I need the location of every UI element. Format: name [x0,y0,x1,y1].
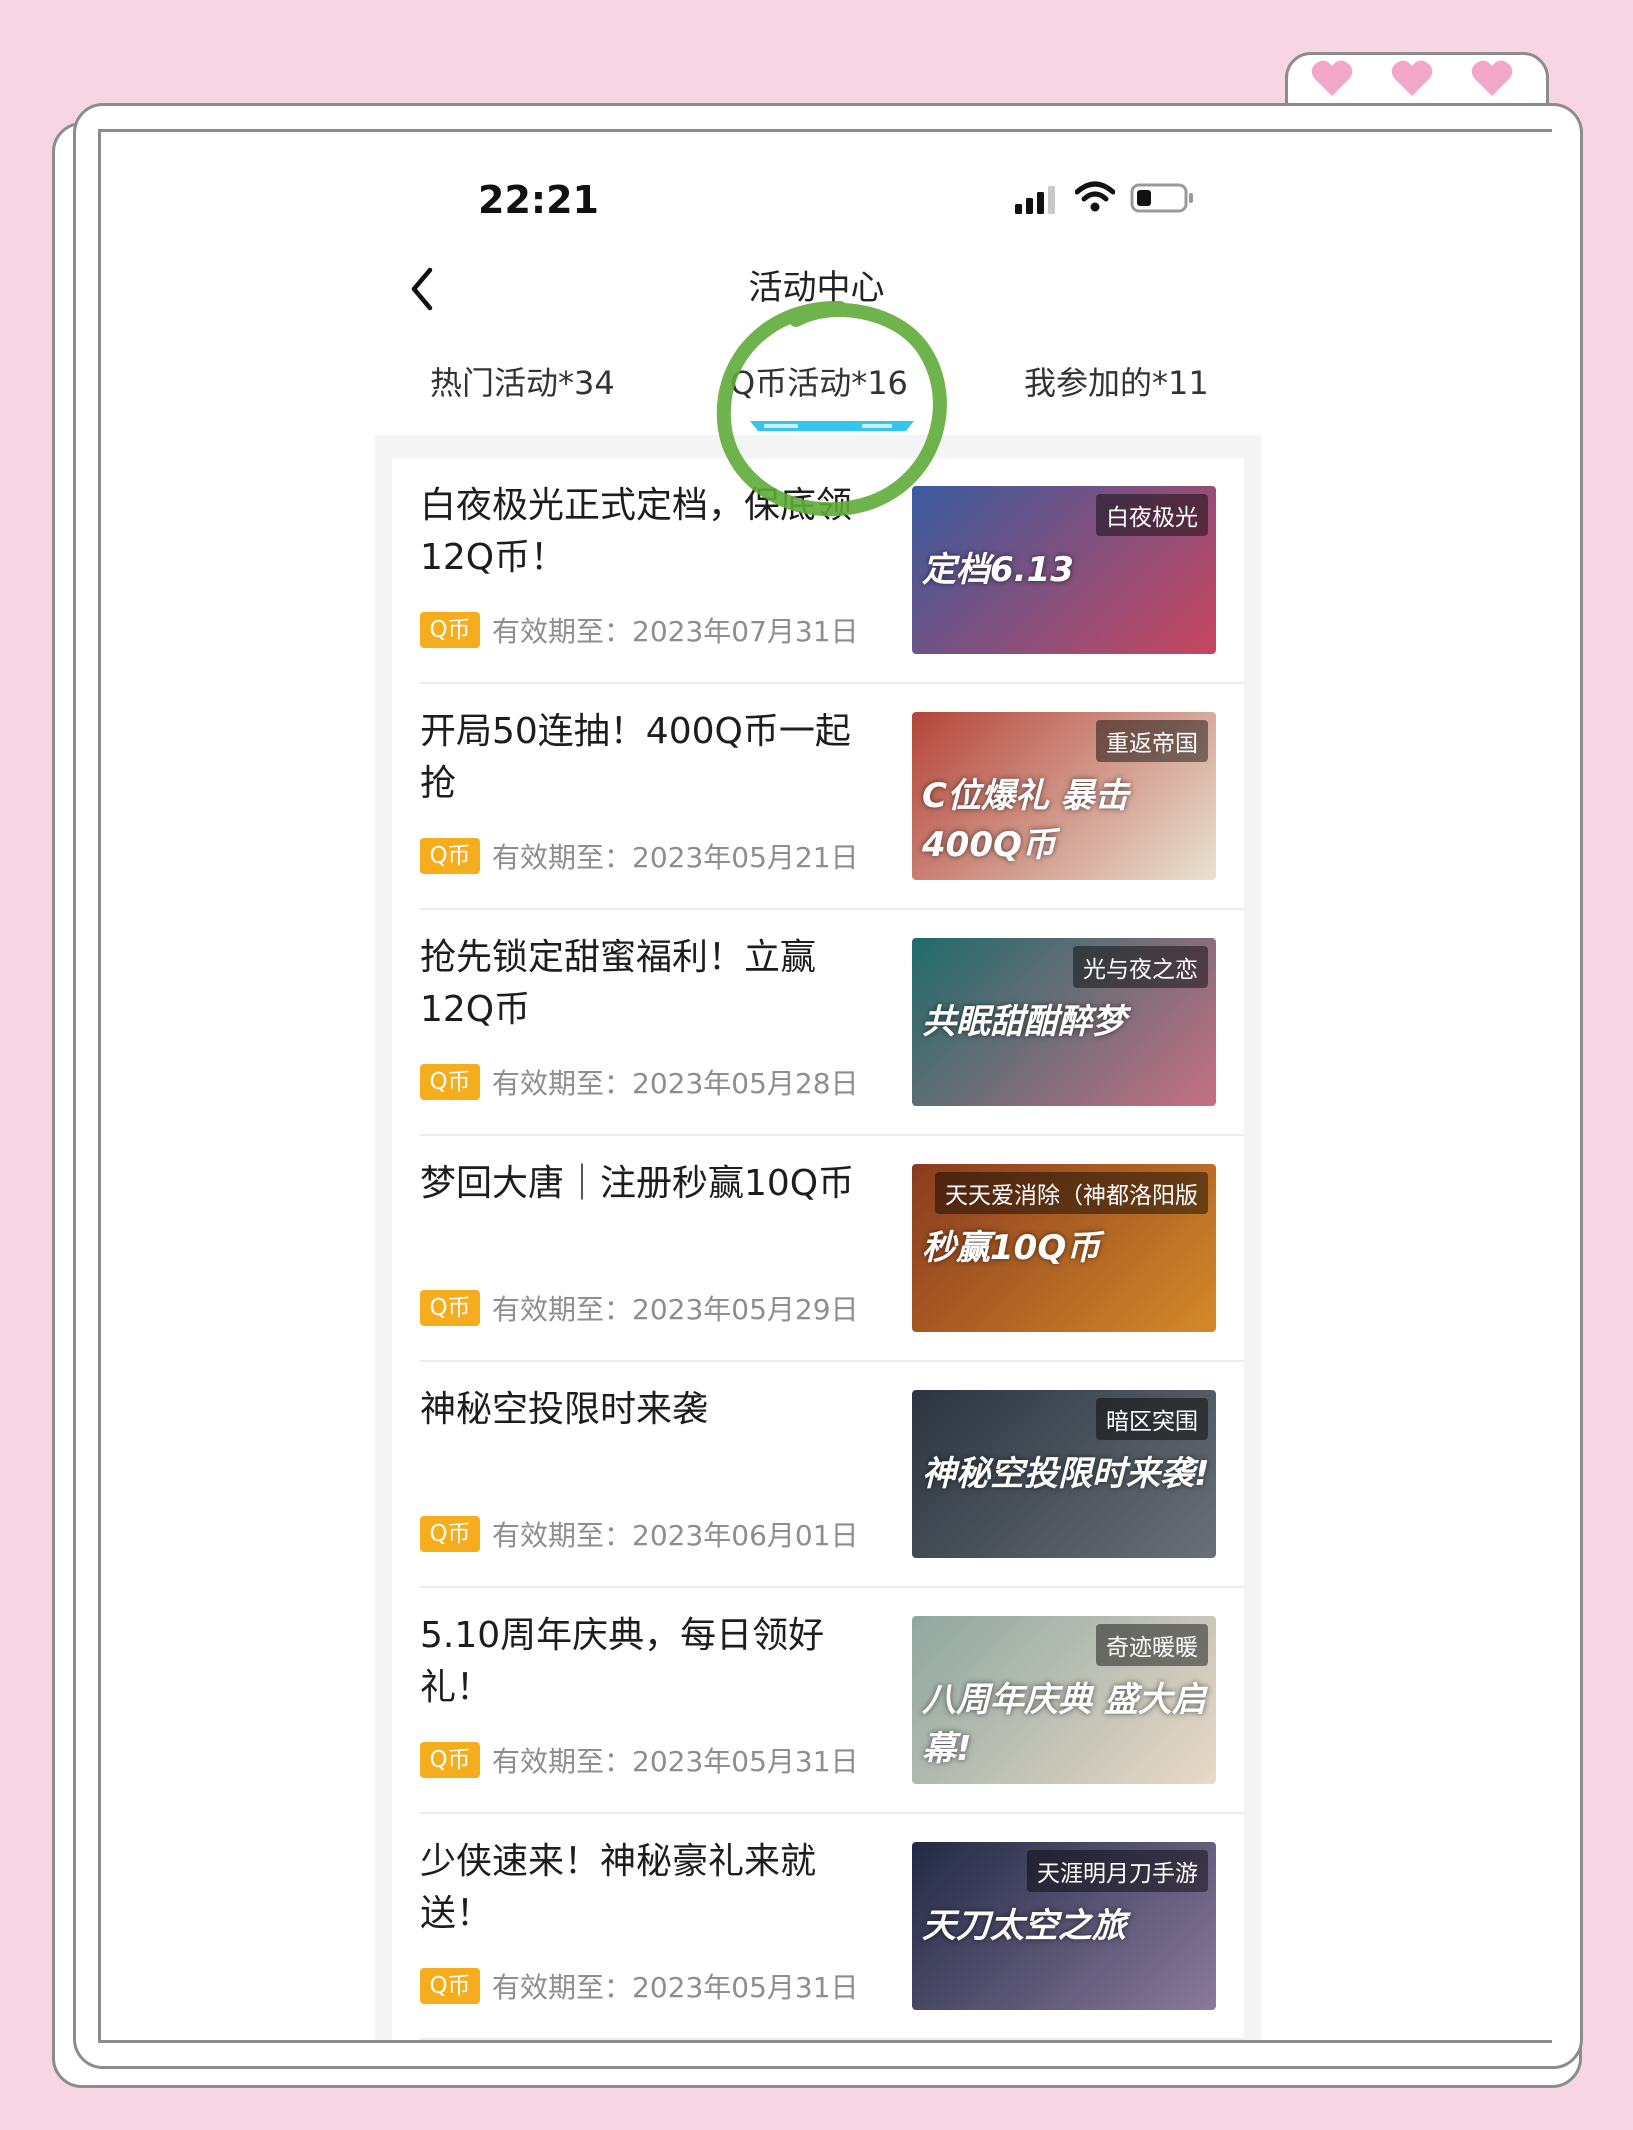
activity-item[interactable]: 少侠速来！神秘豪礼来就送！ Q币 有效期至：2023年05月31日 天刀太空之旅 天涯明… [392,1814,1244,2040]
cellular-signal-icon [1015,186,1055,214]
qcoin-badge: Q币 [420,1968,480,2004]
game-name-tag: 光与夜之恋 [1073,946,1208,988]
activity-list: 白夜极光正式定档，保底领12Q币！ Q币 有效期至：2023年07月31日 定档6.1… [392,458,1244,2040]
qcoin-badge: Q币 [420,1516,480,1552]
activity-title: 梦回大唐｜注册秒赢10Q币 [420,1163,855,1204]
activity-item[interactable]: 5.10周年庆典，每日领好礼！ Q币 有效期至：2023年05月31日 八周年庆典 盛… [392,1588,1244,1814]
validity-date: 有效期至：2023年05月21日 [492,841,859,874]
activity-item[interactable]: 梦回大唐｜注册秒赢10Q币 Q币 有效期至：2023年05月29日 秒赢10Q币 天天爱… [392,1136,1244,1362]
qcoin-badge: Q币 [420,612,480,648]
activity-title: 5.10周年庆典，每日领好礼！ [420,1615,825,1708]
validity-date: 有效期至：2023年05月28日 [492,1067,859,1100]
heart-icon [1311,60,1353,96]
activity-thumbnail[interactable]: 秒赢10Q币 天天爱消除（神都洛阳版 [912,1164,1216,1332]
thumbnail-banner-text: 天刀太空之旅 [922,1906,1126,1946]
annotation-circle [716,300,947,517]
game-name-tag: 天天爱消除（神都洛阳版 [935,1172,1208,1214]
validity-date: 有效期至：2023年05月31日 [492,1745,859,1778]
activity-title: 神秘空投限时来袭 [420,1389,709,1430]
validity-date: 有效期至：2023年05月29日 [492,1293,859,1326]
qcoin-badge: Q币 [420,838,480,874]
screen-border-bottom [98,2040,1552,2044]
screen-border-left [98,129,102,2041]
screen-border-top [98,129,1552,133]
thumbnail-banner-text: C位爆礼 暴击400Q币 [922,776,1129,865]
heart-icon [1471,60,1513,96]
tab-my-joined[interactable]: 我参加的*11 [1024,358,1209,404]
validity-date: 有效期至：2023年06月01日 [492,1519,859,1552]
hearts-decoration [1310,58,1520,102]
validity-date: 有效期至：2023年05月31日 [492,1971,859,2004]
wifi-icon [1075,181,1115,212]
divider [420,2038,1244,2040]
battery-icon [1130,183,1193,213]
activity-item[interactable]: 抢先锁定甜蜜福利！立赢12Q币 Q币 有效期至：2023年05月28日 共眠甜酣醉梦 光… [392,910,1244,1136]
activity-thumbnail[interactable]: 八周年庆典 盛大启幕! 奇迹暖暖 [912,1616,1216,1784]
thumbnail-banner-text: 共眠甜酣醉梦 [922,1002,1126,1042]
activity-thumbnail[interactable]: C位爆礼 暴击400Q币 重返帝国 [912,712,1216,880]
activity-title: 抢先锁定甜蜜福利！立赢12Q币 [420,937,817,1030]
game-name-tag: 白夜极光 [1096,494,1208,536]
activity-item[interactable]: 开局50连抽！400Q币一起抢 Q币 有效期至：2023年05月21日 C位爆礼 暴击… [392,684,1244,910]
activity-thumbnail[interactable]: 神秘空投限时来袭! 暗区突围 [912,1390,1216,1558]
qcoin-badge: Q币 [420,1290,480,1326]
thumbnail-banner-text: 定档6.13 [922,550,1074,590]
thumbnail-banner-text: 八周年庆典 盛大启幕! [922,1680,1206,1769]
heart-icon [1391,60,1433,96]
thumbnail-banner-text: 神秘空投限时来袭! [922,1454,1210,1494]
game-name-tag: 天涯明月刀手游 [1027,1850,1208,1892]
qcoin-badge: Q币 [420,1064,480,1100]
activity-thumbnail[interactable]: 天刀太空之旅 天涯明月刀手游 [912,1842,1216,2010]
qcoin-badge: Q币 [420,1742,480,1778]
status-time: 22:21 [478,178,599,222]
game-name-tag: 重返帝国 [1096,720,1208,762]
activity-thumbnail[interactable]: 共眠甜酣醉梦 光与夜之恋 [912,938,1216,1106]
game-name-tag: 暗区突围 [1096,1398,1208,1440]
thumbnail-banner-text: 秒赢10Q币 [922,1228,1101,1268]
tab-hot-activities[interactable]: 热门活动*34 [430,358,615,404]
activity-item[interactable]: 神秘空投限时来袭 Q币 有效期至：2023年06月01日 神秘空投限时来袭! 暗区突围 [392,1362,1244,1588]
activity-title: 开局50连抽！400Q币一起抢 [420,711,851,804]
activity-title: 少侠速来！神秘豪礼来就送！ [420,1841,817,1934]
validity-date: 有效期至：2023年07月31日 [492,615,859,648]
game-name-tag: 奇迹暖暖 [1096,1624,1208,1666]
